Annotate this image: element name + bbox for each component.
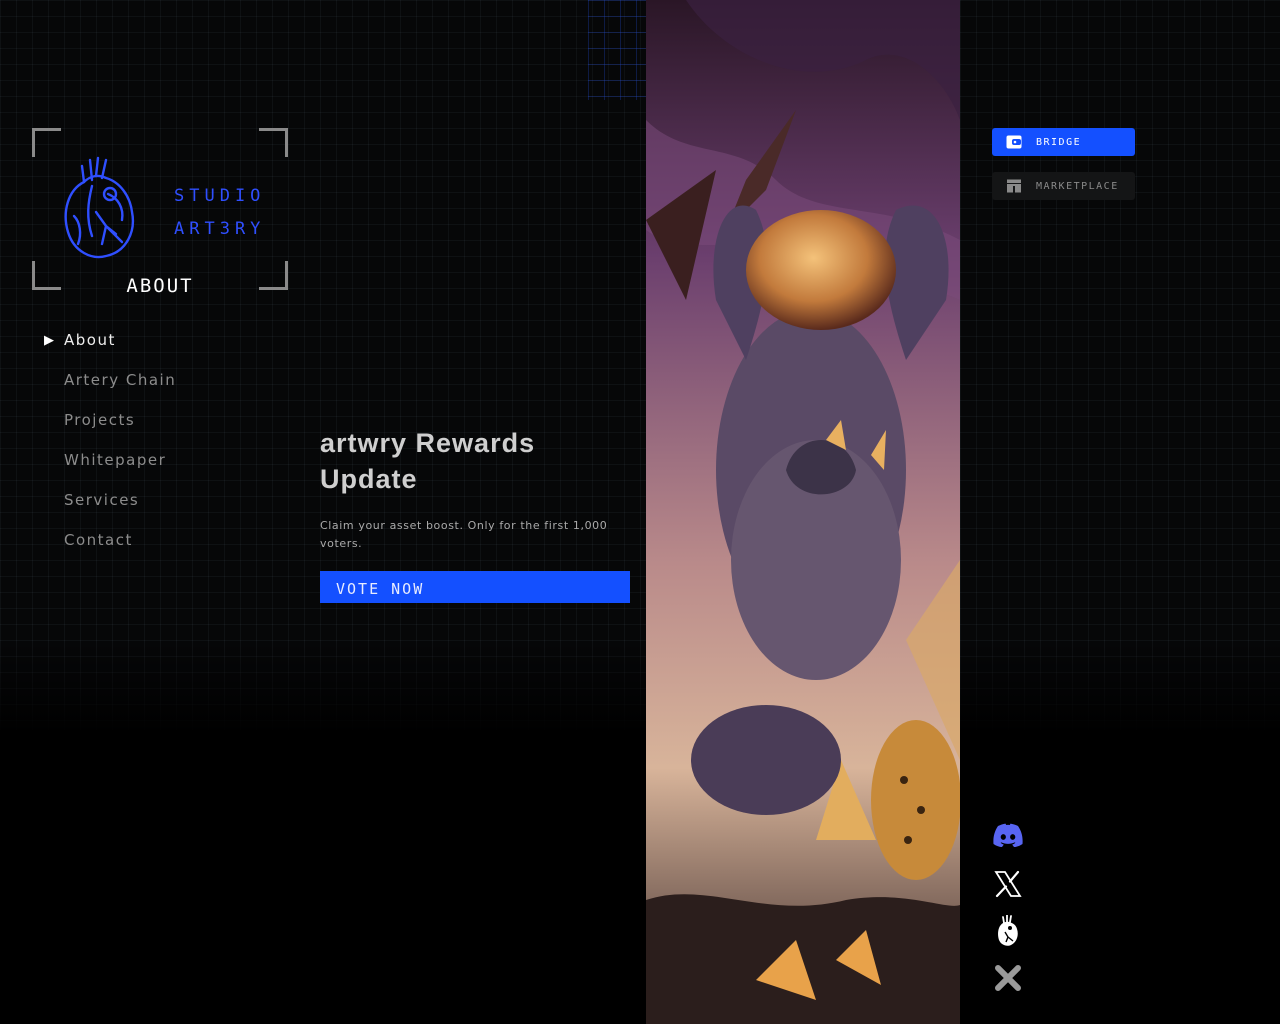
nav-item-label: About [64, 331, 116, 349]
active-arrow-icon: ▶ [44, 332, 56, 348]
page-title: ABOUT [126, 275, 194, 297]
nav-item-artery-chain[interactable]: Artery Chain [44, 360, 176, 400]
grid-background [0, 0, 1280, 730]
hero-artwork [646, 0, 960, 1024]
nav-item-label: Projects [64, 411, 136, 429]
frame-corner [32, 128, 61, 157]
bridge-label: BRIDGE [1036, 136, 1082, 148]
grid-fade [0, 640, 1280, 735]
nav-item-label: Services [64, 491, 140, 509]
artery-link[interactable] [992, 915, 1024, 947]
anatomical-heart-icon [64, 156, 135, 259]
nav-item-projects[interactable]: Projects [44, 400, 176, 440]
nav-item-label: Contact [64, 531, 133, 549]
cross-link[interactable] [992, 962, 1024, 994]
main-nav: ▶ About Artery Chain Projects Whitepaper… [44, 320, 176, 560]
wallet-icon [1006, 135, 1022, 149]
nav-item-services[interactable]: Services [44, 480, 176, 520]
nav-item-label: Artery Chain [64, 371, 177, 389]
monster-illustration [646, 0, 960, 1024]
nav-item-contact[interactable]: Contact [44, 520, 176, 560]
shop-icon [1007, 179, 1021, 193]
bridge-button[interactable]: BRIDGE [992, 128, 1135, 156]
nav-item-whitepaper[interactable]: Whitepaper [44, 440, 176, 480]
marketplace-button[interactable]: MARKETPLACE [992, 172, 1135, 200]
promo-description: Claim your asset boost. Only for the fir… [320, 519, 608, 550]
cross-icon [995, 965, 1021, 991]
nav-item-label: Whitepaper [64, 451, 167, 469]
blue-grid-accent [588, 0, 646, 100]
x-icon [994, 870, 1022, 898]
marketplace-label: MARKETPLACE [1036, 180, 1119, 192]
discord-link[interactable] [992, 819, 1024, 851]
brand-line2: ART3RY [174, 219, 266, 239]
artery-heart-icon [998, 915, 1018, 946]
brand-line1: STUDIO [174, 186, 266, 206]
logo-frame[interactable]: STUDIO ART3RY ABOUT [32, 128, 288, 297]
studio-name: STUDIO ART3RY [174, 180, 265, 246]
rewards-promo: artwry Rewards Update Claim your asset b… [320, 425, 630, 603]
frame-corner [259, 128, 288, 157]
x-link[interactable] [992, 868, 1024, 900]
nav-item-about[interactable]: ▶ About [44, 320, 176, 360]
promo-title: artwry Rewards Update [320, 428, 536, 494]
discord-icon [993, 823, 1023, 847]
vote-now-button[interactable]: VOTE NOW [320, 571, 630, 603]
